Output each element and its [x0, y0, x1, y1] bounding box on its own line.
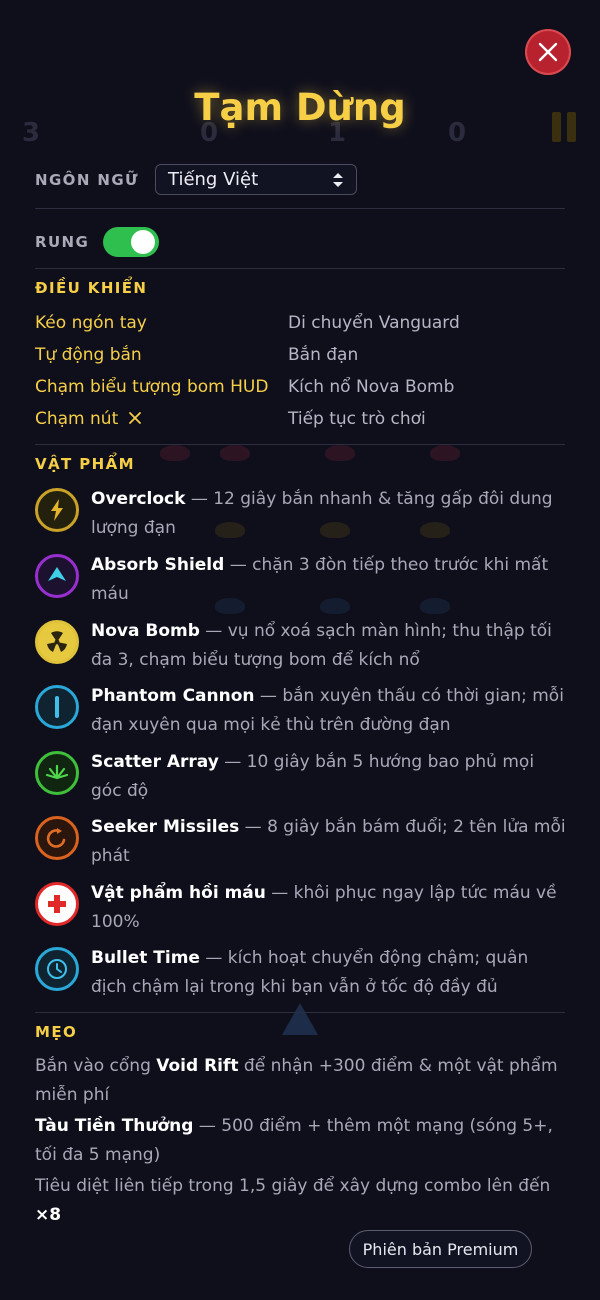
item-name: Absorb Shield: [91, 555, 225, 575]
controls-heading: ĐIỀU KHIỂN: [35, 279, 148, 297]
language-selected: Tiếng Việt: [168, 169, 259, 190]
enemy-ship: [325, 445, 355, 461]
item-name: Overclock: [91, 489, 186, 509]
item-text: Seeker Missiles — 8 giây bắn bám đuổi; 2…: [91, 813, 567, 871]
homing-icon: [35, 816, 79, 860]
vibration-label: RUNG: [35, 233, 90, 251]
item-text: Nova Bomb — vụ nổ xoá sạch màn hình; thu…: [91, 617, 567, 675]
clock-icon: [35, 947, 79, 991]
vibration-toggle[interactable]: [103, 227, 160, 257]
item-text: Scatter Array — 10 giây bắn 5 hướng bao …: [91, 748, 567, 806]
divider: [35, 208, 565, 209]
tip-text: Tàu Tiền Thưởng — 500 điểm + thêm một mạ…: [35, 1112, 565, 1170]
item-text: Absorb Shield — chặn 3 đòn tiếp theo trư…: [91, 551, 567, 609]
items-heading: VẬT PHẨM: [35, 455, 135, 473]
divider: [35, 444, 565, 445]
language-label: NGÔN NGỮ: [35, 170, 139, 189]
tip-bold: ×8: [35, 1205, 62, 1225]
vibration-row: RUNG: [35, 227, 160, 257]
control-value: Bắn đạn: [288, 345, 359, 365]
item-text: Vật phẩm hồi máu — khôi phục ngay lập tứ…: [91, 879, 567, 937]
toggle-knob: [131, 230, 156, 254]
premium-button[interactable]: Phiên bản Premium: [349, 1230, 532, 1268]
enemy-ship: [160, 445, 190, 461]
item-name: Scatter Array: [91, 752, 219, 772]
close-icon: [128, 412, 141, 424]
item-text: Phantom Cannon — bắn xuyên thấu có thời …: [91, 682, 567, 740]
tip-bold: Tàu Tiền Thưởng: [35, 1116, 194, 1136]
tip-bold: Void Rift: [156, 1056, 239, 1076]
control-value: Tiếp tục trò chơi: [288, 409, 426, 429]
control-key: Chạm biểu tượng bom HUD: [35, 377, 269, 397]
control-row: Chạm biểu tượng bom HUD Kích nổ Nova Bom…: [35, 377, 565, 399]
tip-part: Tiêu diệt liên tiếp trong 1,5 giây để xâ…: [35, 1176, 551, 1196]
item-name: Vật phẩm hồi máu: [91, 883, 266, 903]
control-row: Kéo ngón tay Di chuyển Vanguard: [35, 313, 565, 335]
scatter-icon: [35, 751, 79, 795]
item-name: Seeker Missiles: [91, 817, 240, 837]
lightning-icon: [35, 488, 79, 532]
language-select[interactable]: Tiếng Việt: [155, 164, 357, 195]
tip-part: Bắn vào cổng: [35, 1056, 157, 1076]
control-value: Di chuyển Vanguard: [288, 313, 460, 333]
tip-text: Bắn vào cổng Void Rift để nhận +300 điểm…: [35, 1052, 565, 1110]
close-icon: [538, 42, 558, 62]
item-text: Overclock — 12 giây bắn nhanh & tăng gấp…: [91, 485, 567, 543]
control-row: Tự động bắn Bắn đạn: [35, 345, 565, 367]
enemy-ship: [220, 445, 250, 461]
item-text: Bullet Time — kích hoạt chuyển động chậm…: [91, 944, 567, 1002]
divider: [35, 1012, 565, 1013]
item-name: Phantom Cannon: [91, 686, 255, 706]
control-row: Chạm nút Tiếp tục trò chơi: [35, 409, 565, 431]
control-key: Chạm nút: [35, 409, 142, 429]
tip-text: Tiêu diệt liên tiếp trong 1,5 giây để xâ…: [35, 1172, 565, 1230]
shield-arrow-icon: [35, 554, 79, 598]
beam-icon: [35, 685, 79, 729]
control-key: Kéo ngón tay: [35, 313, 147, 333]
player-ship: [282, 1003, 318, 1035]
control-key-text: Chạm nút: [35, 409, 119, 429]
pause-title: Tạm Dừng: [194, 86, 406, 129]
item-name: Bullet Time: [91, 948, 200, 968]
enemy-ship: [430, 445, 460, 461]
divider: [35, 268, 565, 269]
tips-heading: MẸO: [35, 1023, 78, 1041]
item-name: Nova Bomb: [91, 621, 200, 641]
language-row: NGÔN NGỮ Tiếng Việt: [35, 164, 357, 195]
health-cross-icon: [35, 882, 79, 926]
control-key: Tự động bắn: [35, 345, 142, 365]
radiation-icon: [35, 620, 79, 664]
chevron-updown-icon: [333, 172, 343, 187]
close-button[interactable]: [525, 29, 571, 75]
control-value: Kích nổ Nova Bomb: [288, 377, 455, 397]
